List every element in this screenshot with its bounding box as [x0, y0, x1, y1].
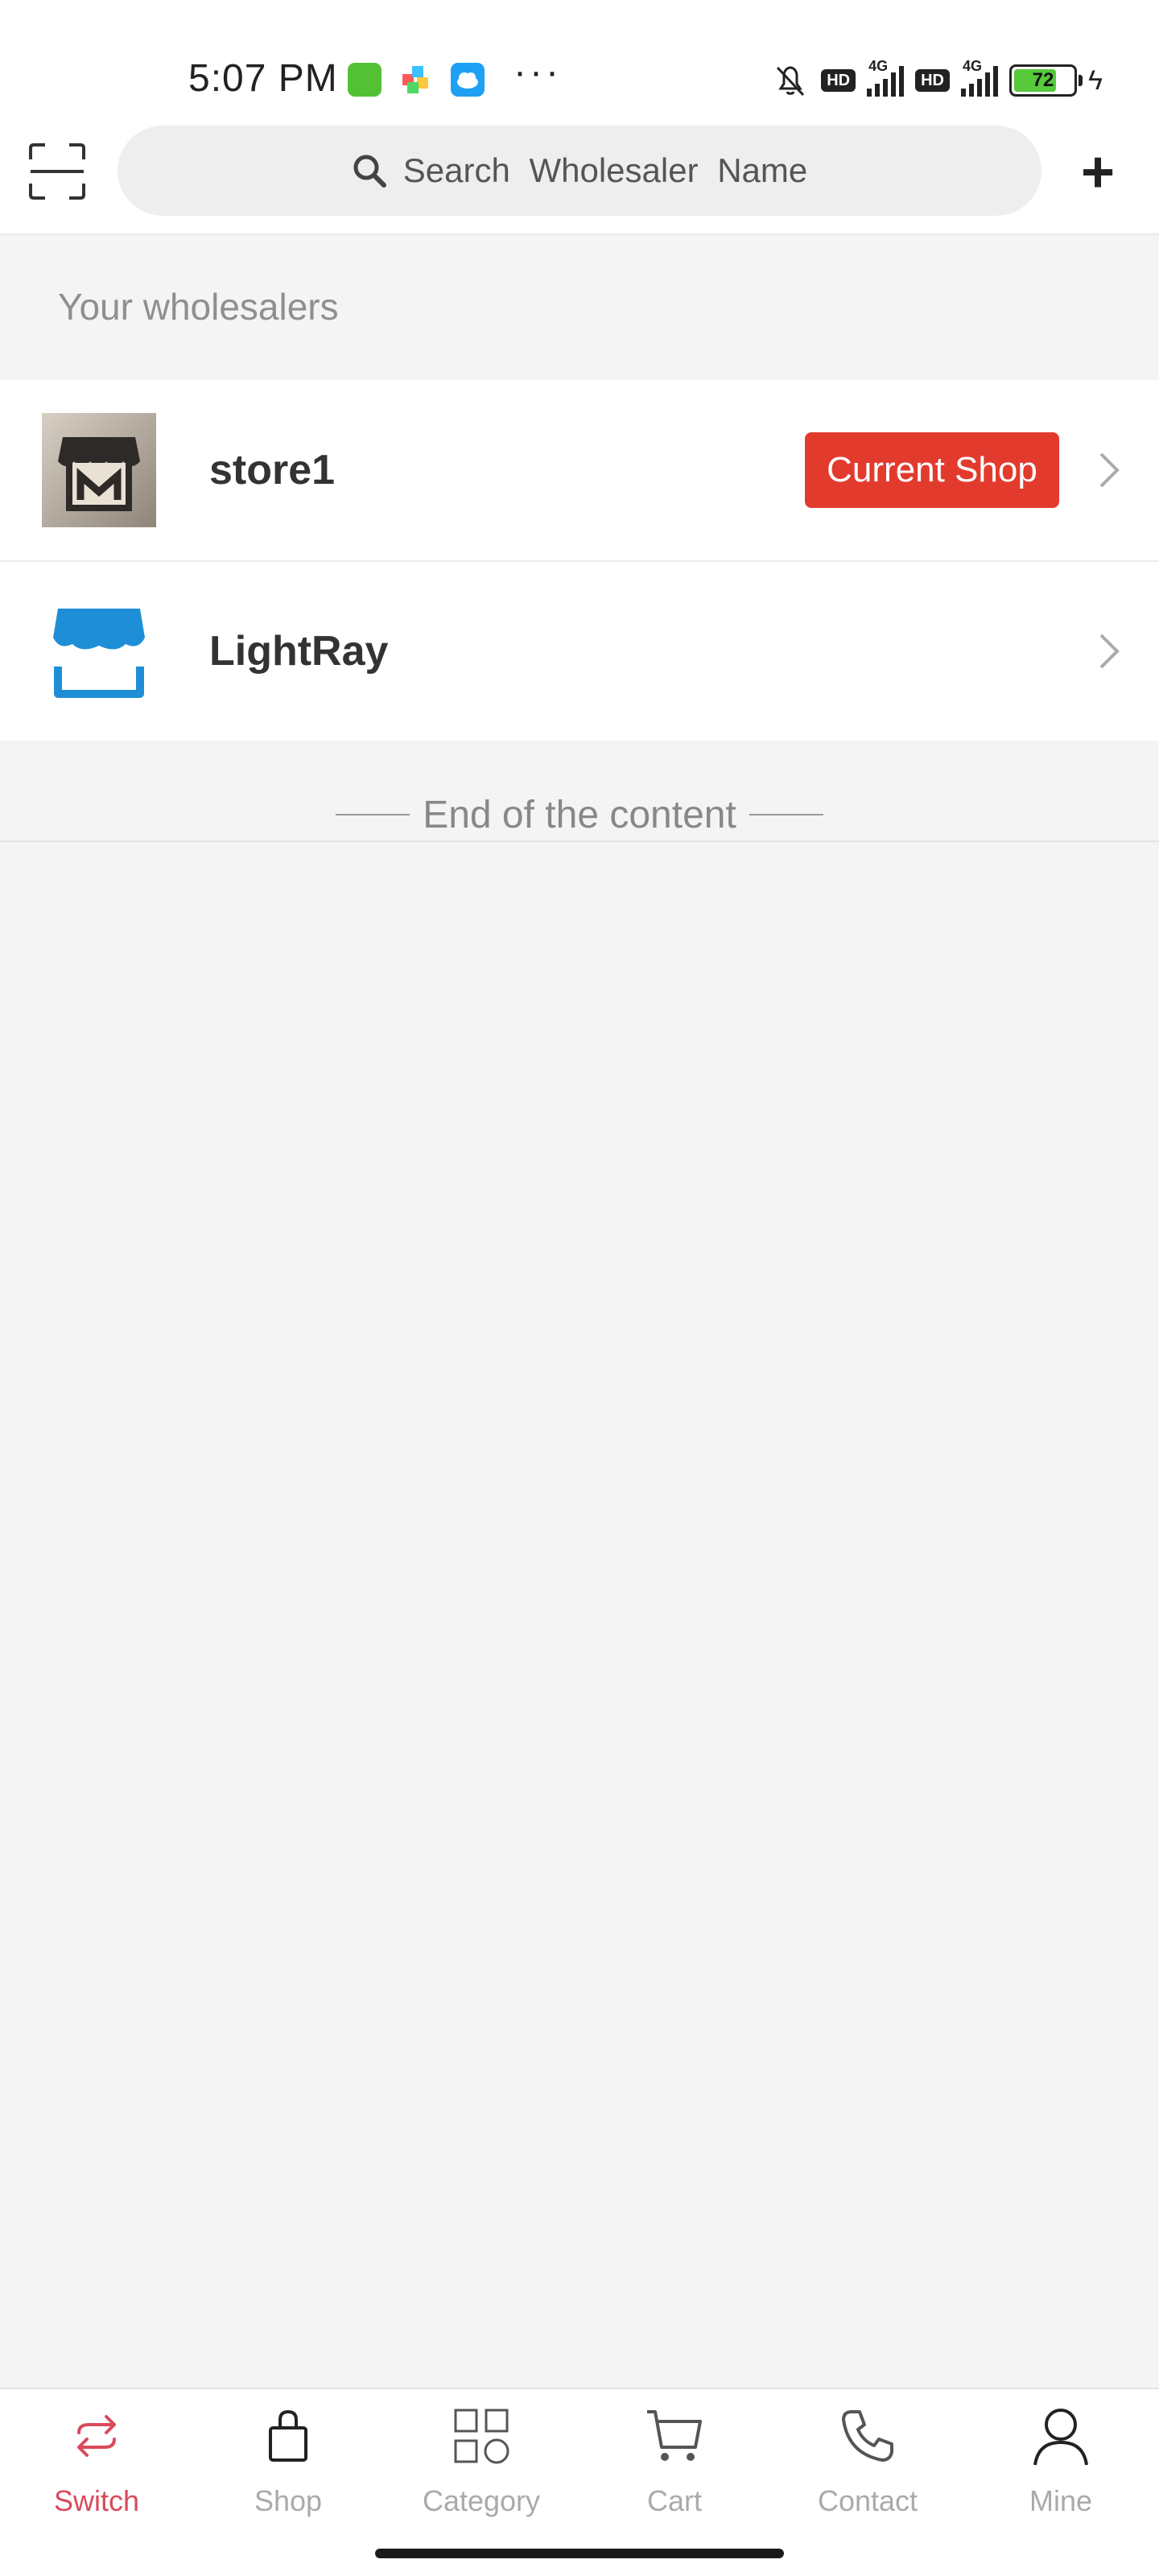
- tab-label: Mine: [1029, 2484, 1093, 2517]
- wholesaler-name: store1: [209, 447, 336, 493]
- hd-badge: HD: [821, 69, 856, 92]
- wholesaler-row-lightray[interactable]: LightRay: [0, 560, 1159, 741]
- end-of-content: End of the content: [0, 789, 1159, 842]
- add-wholesaler-icon[interactable]: +: [1075, 143, 1120, 201]
- tab-shop[interactable]: Shop: [208, 2405, 369, 2534]
- tab-mine[interactable]: Mine: [980, 2405, 1141, 2534]
- status-bar: 5:07 PM ··· HD 4G HD 4G 72 ϟ: [0, 0, 1159, 126]
- tab-label: Cart: [646, 2484, 702, 2517]
- signal-icon: 4G: [867, 58, 905, 97]
- shop-awning-icon: [53, 609, 145, 698]
- divider: [336, 814, 410, 815]
- home-indicator[interactable]: [375, 2549, 784, 2558]
- tab-contact[interactable]: Contact: [787, 2405, 948, 2534]
- battery-icon: 72: [1009, 64, 1083, 97]
- signal-icon: 4G: [961, 58, 998, 97]
- search-input[interactable]: Search Wholesaler Name: [118, 126, 1041, 216]
- scan-icon[interactable]: [27, 142, 87, 201]
- switch-icon: [77, 2415, 116, 2457]
- chevron-right-icon: [1099, 634, 1120, 669]
- end-of-content-text: End of the content: [423, 793, 736, 836]
- wholesaler-list: store1 Current Shop LightRay: [0, 380, 1159, 741]
- puzzle-app-icon: [399, 63, 433, 97]
- android-app-icon: [348, 63, 382, 97]
- current-shop-badge: Current Shop: [805, 432, 1059, 508]
- bottom-tab-bar: Switch Shop Category Cart Contact Mine: [0, 2388, 1159, 2576]
- bag-icon: [269, 2409, 307, 2462]
- tab-label: Category: [422, 2484, 541, 2517]
- mute-bell-icon: [777, 66, 805, 97]
- tab-category[interactable]: Category: [401, 2405, 562, 2534]
- section-title: Your wholesalers: [58, 286, 339, 328]
- search-icon: [353, 155, 386, 188]
- tab-label: Switch: [53, 2484, 140, 2517]
- charging-icon: ϟ: [1088, 64, 1103, 96]
- cloud-app-icon: [451, 63, 485, 97]
- phone-icon: [842, 2410, 893, 2462]
- search-placeholder: Search Wholesaler Name: [402, 151, 808, 189]
- tab-cart[interactable]: Cart: [594, 2405, 755, 2534]
- wholesaler-row-store1[interactable]: store1 Current Shop: [0, 380, 1159, 560]
- divider: [749, 814, 823, 815]
- wholesaler-name: LightRay: [209, 628, 389, 675]
- cart-icon: [647, 2410, 702, 2461]
- battery-level: 72: [1032, 69, 1054, 91]
- top-header: Search Wholesaler Name +: [0, 126, 1159, 235]
- more-notifications-icon: ···: [514, 51, 562, 93]
- grid-icon: [454, 2409, 509, 2464]
- status-time: 5:07 PM: [188, 57, 338, 100]
- hd-badge: HD: [915, 69, 950, 92]
- store-logo-icon: [42, 413, 156, 527]
- tab-switch[interactable]: Switch: [16, 2405, 177, 2534]
- tab-label: Shop: [254, 2484, 323, 2517]
- user-icon: [1033, 2409, 1088, 2466]
- chevron-right-icon: [1099, 452, 1120, 488]
- tab-label: Contact: [817, 2484, 918, 2517]
- status-indicators: HD 4G HD 4G 72 ϟ: [771, 58, 1103, 101]
